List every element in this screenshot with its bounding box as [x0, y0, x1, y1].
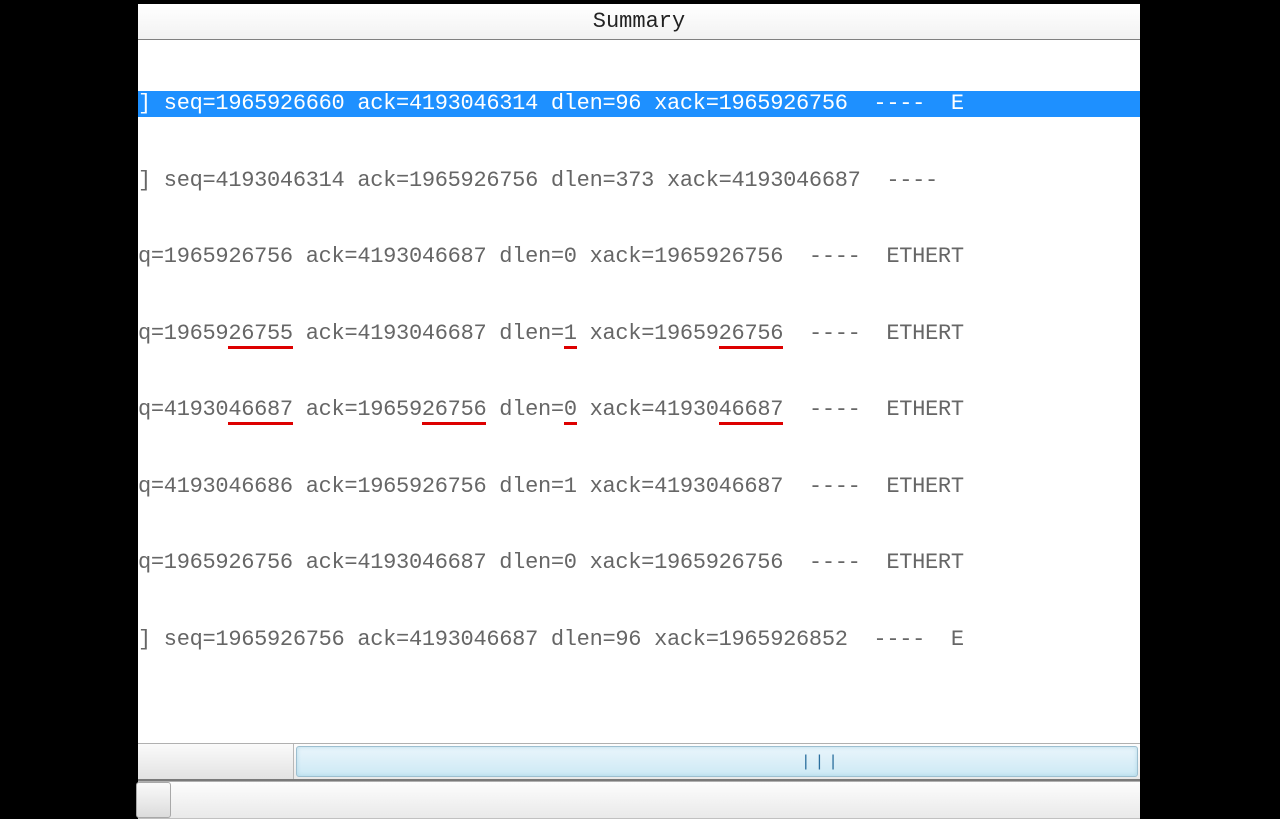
packet-list[interactable]: ] seq=1965926660 ack=4193046314 dlen=96 … [138, 40, 1140, 703]
packet-row[interactable]: ] seq=1965926756 ack=4193046687 dlen=96 … [138, 627, 1140, 653]
packet-row[interactable]: q=1965926755 ack=4193046687 dlen=1 xack=… [138, 321, 1140, 347]
packet-row[interactable]: q=4193046686 ack=1965926756 dlen=1 xack=… [138, 474, 1140, 500]
packet-row[interactable]: ] seq=1965926660 ack=4193046314 dlen=96 … [138, 91, 1140, 117]
empty-space [138, 703, 1140, 743]
packet-row[interactable]: q=1965926756 ack=4193046687 dlen=0 xack=… [138, 244, 1140, 270]
annotation-underline: 46687 [228, 397, 293, 425]
annotation-underline: 1 [564, 321, 577, 349]
detail-horizontal-scrollbar[interactable] [138, 781, 1140, 818]
packet-row[interactable]: q=4193046687 ack=1965926756 dlen=0 xack=… [138, 397, 1140, 423]
scrollbar-thumb[interactable]: ||| [296, 746, 1138, 777]
horizontal-scrollbar[interactable]: ||| [138, 743, 1140, 779]
packet-list-pane[interactable]: ] seq=1965926660 ack=4193046314 dlen=96 … [138, 40, 1140, 779]
packet-row[interactable]: q=1965926756 ack=4193046687 dlen=0 xack=… [138, 550, 1140, 576]
scrollbar-grip-icon: ||| [801, 753, 842, 771]
scrollbar-left-button[interactable] [138, 744, 294, 779]
packet-row[interactable]: ] seq=4193046314 ack=1965926756 dlen=373… [138, 168, 1140, 194]
scrollbar-button[interactable] [136, 782, 171, 818]
annotation-underline: 26756 [719, 321, 784, 349]
annotation-underline: 46687 [719, 397, 784, 425]
annotation-underline: 26756 [422, 397, 487, 425]
packet-analyzer-window: Summary ] seq=1965926660 ack=4193046314 … [138, 4, 1140, 720]
summary-column-header[interactable]: Summary [138, 4, 1140, 40]
annotation-underline: 26755 [228, 321, 293, 349]
annotation-underline: 0 [564, 397, 577, 425]
